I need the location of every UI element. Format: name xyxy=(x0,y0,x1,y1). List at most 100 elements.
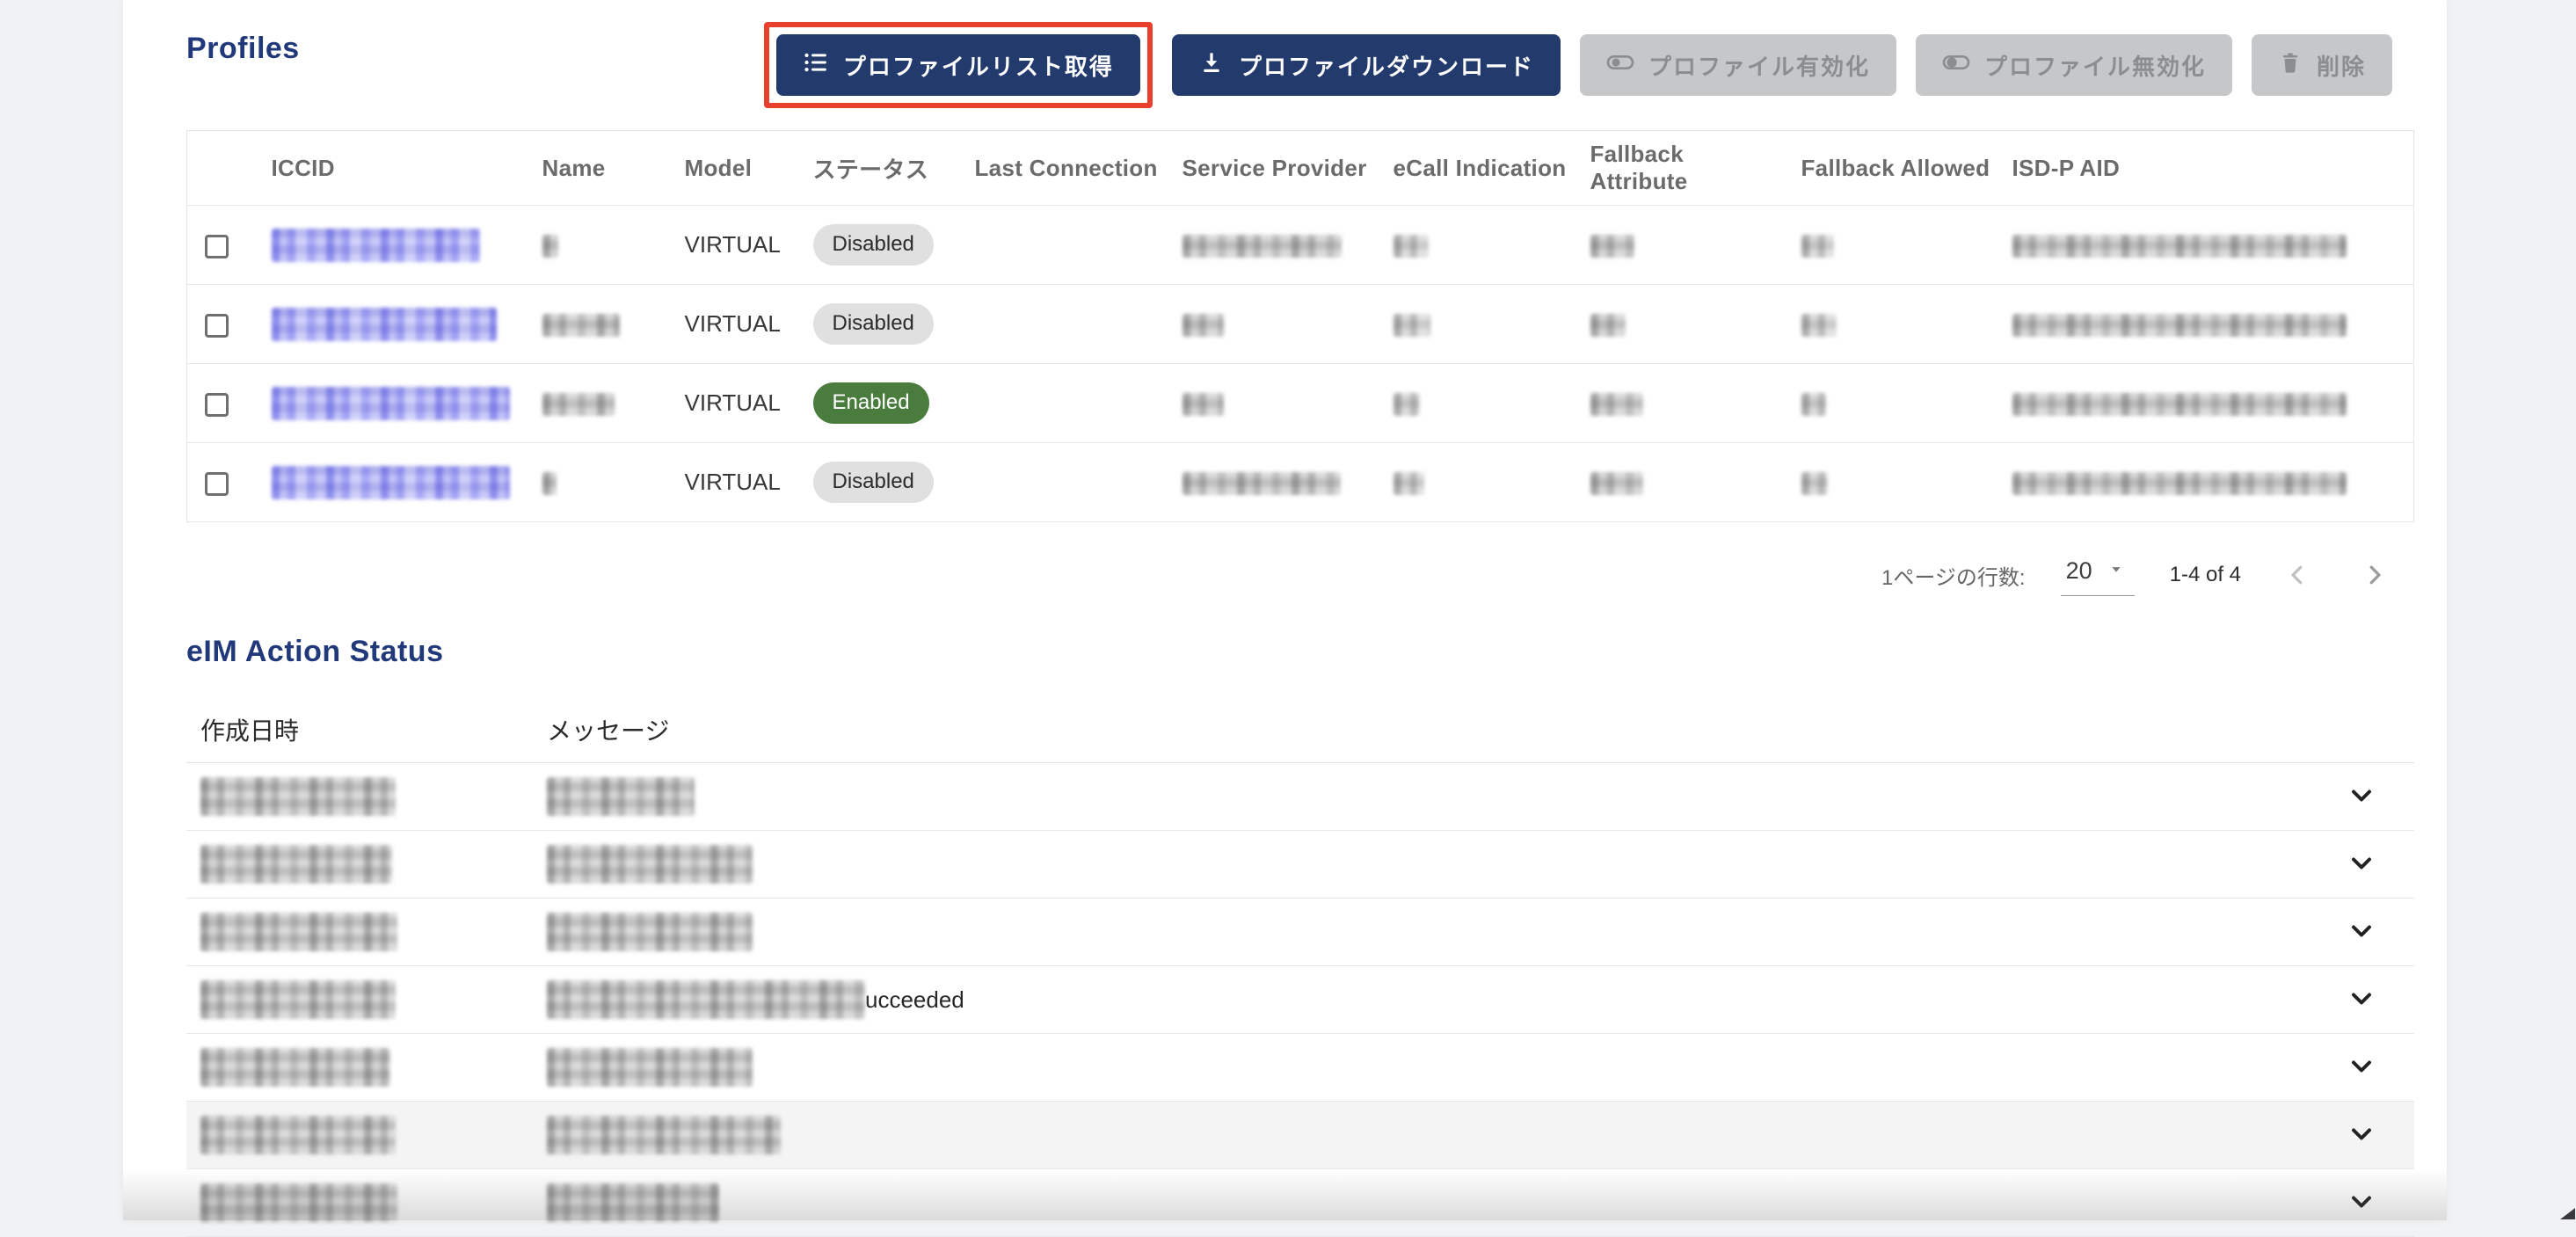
status-badge: Disabled xyxy=(813,303,934,345)
status-badge: Disabled xyxy=(813,462,934,503)
isdp-aid-redacted xyxy=(2012,314,2347,337)
eim-action-row xyxy=(186,899,2414,966)
caret-down-icon xyxy=(2107,557,2126,585)
list-icon xyxy=(803,49,829,82)
created-at-redacted xyxy=(200,1183,397,1222)
fallback-allowed-redacted xyxy=(1801,235,1834,258)
message-visible-text: ucceeded xyxy=(865,986,964,1014)
ecall-indication-redacted xyxy=(1394,235,1429,258)
trash-icon xyxy=(2278,50,2303,81)
col-header-status: ステータス xyxy=(799,131,961,206)
message-redacted xyxy=(547,980,865,1019)
message-redacted xyxy=(547,913,753,951)
enable-profile-label: プロファイル有効化 xyxy=(1648,49,1870,82)
delete-label: 削除 xyxy=(2317,49,2366,82)
col-header-fallback-allowed: Fallback Allowed xyxy=(1787,131,1998,206)
col-header-last-connection: Last Connection xyxy=(961,131,1168,206)
toggle-enable-icon xyxy=(1606,48,1634,83)
name-redacted xyxy=(542,314,620,337)
message-redacted xyxy=(547,1116,781,1154)
expand-row-button[interactable] xyxy=(2346,915,2377,950)
get-profile-list-button[interactable]: プロファイルリスト取得 xyxy=(776,34,1140,96)
expand-row-button[interactable] xyxy=(2346,1051,2377,1085)
ecall-indication-redacted xyxy=(1394,314,1430,337)
model-value: VIRTUAL xyxy=(671,285,799,364)
expand-row-button[interactable] xyxy=(2346,983,2377,1017)
expand-row-button[interactable] xyxy=(2346,848,2377,882)
expand-row-button[interactable] xyxy=(2346,1118,2377,1153)
eim-action-row xyxy=(186,763,2414,831)
next-page-button[interactable] xyxy=(2354,554,2396,596)
model-value: VIRTUAL xyxy=(671,364,799,443)
content-card: Profiles プロファイルリスト取得 プロファイルダウンロード プロファイル… xyxy=(123,0,2447,1220)
last-connection-value xyxy=(961,285,1168,364)
toggle-disable-icon xyxy=(1942,48,1970,83)
profile-row: VIRTUAL Disabled xyxy=(187,285,2414,364)
col-header-created-at: 作成日時 xyxy=(186,712,547,747)
ecall-indication-redacted xyxy=(1394,393,1420,416)
col-header-isdp-aid: ISD-P AID xyxy=(1998,131,2414,206)
toolbar: プロファイルリスト取得 プロファイルダウンロード プロファイル有効化 プロファイ… xyxy=(764,21,2392,109)
model-value: VIRTUAL xyxy=(671,443,799,522)
profile-row: VIRTUAL Disabled xyxy=(187,443,2414,522)
download-profile-label: プロファイルダウンロード xyxy=(1239,49,1534,82)
created-at-redacted xyxy=(200,845,392,884)
profile-row: VIRTUALEnabled xyxy=(187,364,2414,443)
previous-page-button xyxy=(2276,554,2318,596)
highlight-box: プロファイルリスト取得 xyxy=(764,22,1153,108)
fallback-allowed-redacted xyxy=(1801,472,1828,495)
message-redacted xyxy=(547,777,695,816)
eim-table-header: 作成日時 メッセージ xyxy=(186,696,2414,763)
expand-row-button[interactable] xyxy=(2346,780,2377,814)
iccid-link-redacted[interactable] xyxy=(272,387,510,420)
eim-table-body: ucceeded xyxy=(186,763,2414,1237)
fallback-attribute-redacted xyxy=(1590,393,1643,416)
iccid-link-redacted[interactable] xyxy=(272,308,497,341)
pagination-range: 1-4 of 4 xyxy=(2170,563,2241,587)
chevron-down-icon xyxy=(2346,1051,2377,1085)
profiles-header-row: ICCID Name Model ステータス Last Connection S… xyxy=(187,131,2414,206)
fallback-attribute-redacted xyxy=(1590,235,1634,258)
fallback-attribute-redacted xyxy=(1590,314,1626,337)
name-redacted xyxy=(542,393,615,416)
chevron-down-icon xyxy=(2346,1186,2377,1220)
service-provider-redacted xyxy=(1182,393,1224,416)
col-header-service-provider: Service Provider xyxy=(1168,131,1379,206)
rows-per-page-select[interactable]: 20 xyxy=(2061,554,2135,596)
last-connection-value xyxy=(961,443,1168,522)
isdp-aid-redacted xyxy=(2012,472,2347,495)
col-header-fallback-attribute: Fallback Attribute xyxy=(1576,131,1787,206)
isdp-aid-redacted xyxy=(2012,393,2347,416)
chevron-down-icon xyxy=(2346,915,2377,950)
iccid-link-redacted[interactable] xyxy=(272,466,510,499)
col-header-iccid: ICCID xyxy=(251,131,528,206)
status-badge: Disabled xyxy=(813,224,934,266)
created-at-redacted xyxy=(200,777,396,816)
service-provider-redacted xyxy=(1182,472,1341,495)
model-value: VIRTUAL xyxy=(671,206,799,285)
expand-row-button[interactable] xyxy=(2346,1186,2377,1220)
row-checkbox[interactable] xyxy=(205,393,229,417)
row-checkbox[interactable] xyxy=(205,472,229,496)
pagination-bar: 1ページの行数: 20 1-4 of 4 xyxy=(1881,543,2396,607)
eim-section-title: eIM Action Status xyxy=(186,635,444,669)
row-checkbox[interactable] xyxy=(205,235,229,258)
chevron-down-icon xyxy=(2346,848,2377,882)
created-at-redacted xyxy=(200,1116,396,1154)
eim-action-row xyxy=(186,831,2414,899)
created-at-redacted xyxy=(200,1048,390,1087)
col-header-message: メッセージ xyxy=(547,712,2414,747)
get-profile-list-label: プロファイルリスト取得 xyxy=(843,49,1114,82)
profile-row: VIRTUAL Disabled xyxy=(187,206,2414,285)
download-profile-button[interactable]: プロファイルダウンロード xyxy=(1172,34,1561,96)
name-redacted xyxy=(542,235,558,258)
name-redacted xyxy=(542,472,557,495)
col-header-model: Model xyxy=(671,131,799,206)
col-header-ecall-indication: eCall Indication xyxy=(1379,131,1576,206)
disable-profile-button: プロファイル無効化 xyxy=(1916,34,2232,96)
col-header-name: Name xyxy=(528,131,671,206)
chevron-down-icon xyxy=(2346,1118,2377,1153)
iccid-link-redacted[interactable] xyxy=(272,229,480,262)
message-redacted xyxy=(547,1183,719,1222)
row-checkbox[interactable] xyxy=(205,314,229,338)
